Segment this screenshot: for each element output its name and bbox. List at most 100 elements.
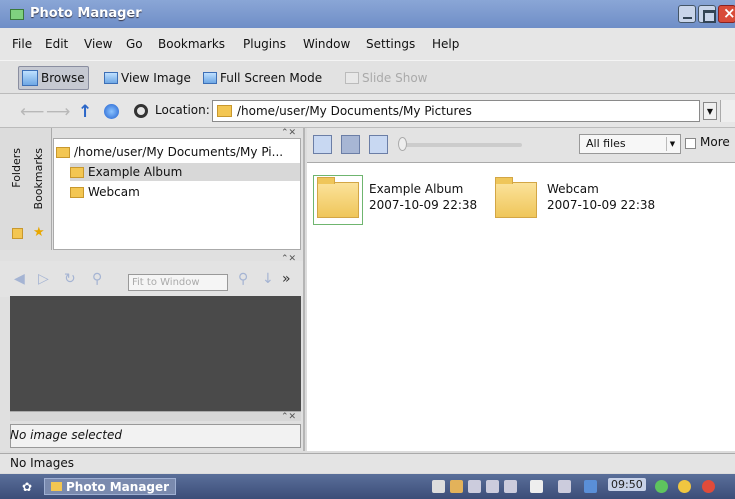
zoom-fit-select[interactable]: Fit to Window — [128, 274, 228, 291]
overflow-icon[interactable]: » — [282, 271, 291, 287]
taskbar: ✿ Photo Manager 09:50 — [0, 474, 735, 499]
rotate-icon[interactable]: ↓ — [262, 271, 274, 287]
panel-divider[interactable] — [10, 411, 301, 421]
menu-edit[interactable]: Edit — [45, 37, 68, 51]
window-title: Photo Manager — [30, 6, 142, 21]
browse-icon — [22, 70, 38, 86]
filter-value: All files — [586, 137, 626, 150]
menu-plugins[interactable]: Plugins — [243, 37, 286, 51]
item-name: Example Album — [369, 182, 464, 196]
view-image-button[interactable]: View Image — [101, 66, 194, 90]
clock[interactable]: 09:50 — [608, 478, 646, 491]
panel-close-icon[interactable]: ⌃✕ — [281, 128, 296, 138]
view-image-label: View Image — [121, 71, 191, 85]
forward-arrow-icon[interactable]: ⟶ — [46, 102, 70, 122]
menu-view[interactable]: View — [84, 37, 112, 51]
folder-icon — [70, 166, 84, 178]
full-screen-label: Full Screen Mode — [220, 71, 323, 85]
maximize-button[interactable] — [698, 5, 716, 23]
zoom-out-icon[interactable]: ⚲ — [238, 271, 248, 287]
battery-icon[interactable] — [468, 480, 481, 493]
menu-bookmarks[interactable]: Bookmarks — [158, 37, 225, 51]
browse-button[interactable]: Browse — [18, 66, 89, 90]
clear-location-icon[interactable] — [134, 104, 148, 118]
panel-close-icon[interactable]: ⌃✕ — [281, 412, 296, 422]
image-preview — [10, 296, 301, 411]
update-icon[interactable] — [584, 480, 597, 493]
app-icon — [10, 9, 24, 20]
more-checkbox[interactable] — [685, 138, 696, 149]
volume-icon[interactable] — [530, 480, 543, 493]
slide-show-button[interactable]: Slide Show — [342, 66, 430, 90]
up-arrow-icon[interactable]: ↑ — [78, 102, 92, 122]
folder-icon — [70, 186, 84, 198]
left-panel: Folders Bookmarks ★ ⌃✕ /home/user/My Doc… — [0, 128, 305, 451]
next-icon[interactable]: ▷ — [38, 271, 49, 287]
power-icon[interactable] — [702, 480, 715, 493]
folder-icon — [56, 146, 70, 158]
tree-item-example-album[interactable]: Example Album — [70, 163, 300, 181]
browse-label: Browse — [41, 71, 85, 85]
item-meta: Webcam 2007-10-09 22:38 — [547, 175, 655, 225]
minimize-button[interactable] — [678, 5, 696, 23]
folder-icon — [495, 177, 537, 218]
file-browser: All files ▼ More Example Album 2007-10-0… — [307, 128, 735, 451]
location-input[interactable]: /home/user/My Documents/My Pictures — [212, 100, 700, 122]
detail-view-button[interactable] — [369, 135, 388, 154]
full-screen-button[interactable]: Full Screen Mode — [200, 66, 325, 90]
menu-go[interactable]: Go — [126, 37, 143, 51]
folder-icon — [12, 228, 23, 239]
menu-help[interactable]: Help — [432, 37, 459, 51]
tray-icon[interactable] — [504, 480, 517, 493]
list-view-button[interactable] — [313, 135, 332, 154]
status-text: No Images — [10, 456, 74, 470]
more-label: More — [700, 135, 730, 149]
status-bar: No Images — [0, 453, 735, 473]
tray-icon[interactable] — [486, 480, 499, 493]
slide-show-icon — [345, 72, 359, 84]
file-item-example-album[interactable]: Example Album 2007-10-09 22:38 — [313, 175, 477, 225]
item-name: Webcam — [547, 182, 599, 196]
tree-item-label: Webcam — [88, 185, 140, 199]
tree-item-webcam[interactable]: Webcam — [70, 183, 140, 201]
zoom-icon[interactable]: ⚲ — [92, 271, 102, 287]
tree-item-label: Example Album — [88, 165, 183, 179]
tray-icon[interactable] — [450, 480, 463, 493]
thumbnail — [313, 175, 363, 225]
reload-icon[interactable]: ↻ — [64, 271, 76, 287]
slider-handle[interactable] — [398, 137, 407, 151]
menu-settings[interactable]: Settings — [366, 37, 415, 51]
smiley-icon[interactable] — [678, 480, 691, 493]
file-area: Example Album 2007-10-09 22:38 Webcam 20… — [307, 162, 735, 451]
status-green-icon[interactable] — [655, 480, 668, 493]
taskbar-item-photo-manager[interactable]: Photo Manager — [44, 478, 177, 495]
keyboard-icon[interactable] — [558, 480, 571, 493]
star-icon: ★ — [33, 225, 45, 240]
folder-icon — [317, 177, 359, 218]
tab-bookmarks[interactable]: Bookmarks — [32, 148, 45, 209]
back-arrow-icon[interactable]: ⟵ — [20, 102, 44, 122]
folder-icon — [217, 105, 232, 117]
thumbnail-size-slider[interactable] — [402, 143, 522, 147]
tree-item-root[interactable]: /home/user/My Documents/My Pi... — [56, 143, 283, 161]
slide-show-label: Slide Show — [362, 71, 428, 85]
thumbnail-view-button[interactable] — [341, 135, 360, 154]
menu-file[interactable]: File — [12, 37, 32, 51]
close-button[interactable] — [718, 4, 735, 23]
thumbnail — [491, 175, 541, 225]
previous-icon[interactable]: ◀ — [14, 271, 25, 287]
tab-folders[interactable]: Folders — [10, 148, 23, 188]
toolbar-overflow[interactable] — [720, 100, 735, 122]
home-icon[interactable] — [104, 104, 119, 119]
file-filter-select[interactable]: All files ▼ — [579, 134, 681, 154]
network-icon[interactable] — [432, 480, 445, 493]
chevron-down-icon: ▼ — [666, 137, 678, 151]
tree-item-label: /home/user/My Documents/My Pi... — [74, 145, 284, 159]
file-item-webcam[interactable]: Webcam 2007-10-09 22:38 — [491, 175, 655, 225]
menu-window[interactable]: Window — [303, 37, 350, 51]
item-date: 2007-10-09 22:38 — [369, 198, 478, 212]
location-dropdown[interactable]: ▼ — [703, 102, 717, 120]
sidebar-tabs: Folders Bookmarks ★ — [0, 128, 52, 250]
view-image-icon — [104, 72, 118, 84]
start-menu-icon[interactable]: ✿ — [22, 480, 32, 494]
